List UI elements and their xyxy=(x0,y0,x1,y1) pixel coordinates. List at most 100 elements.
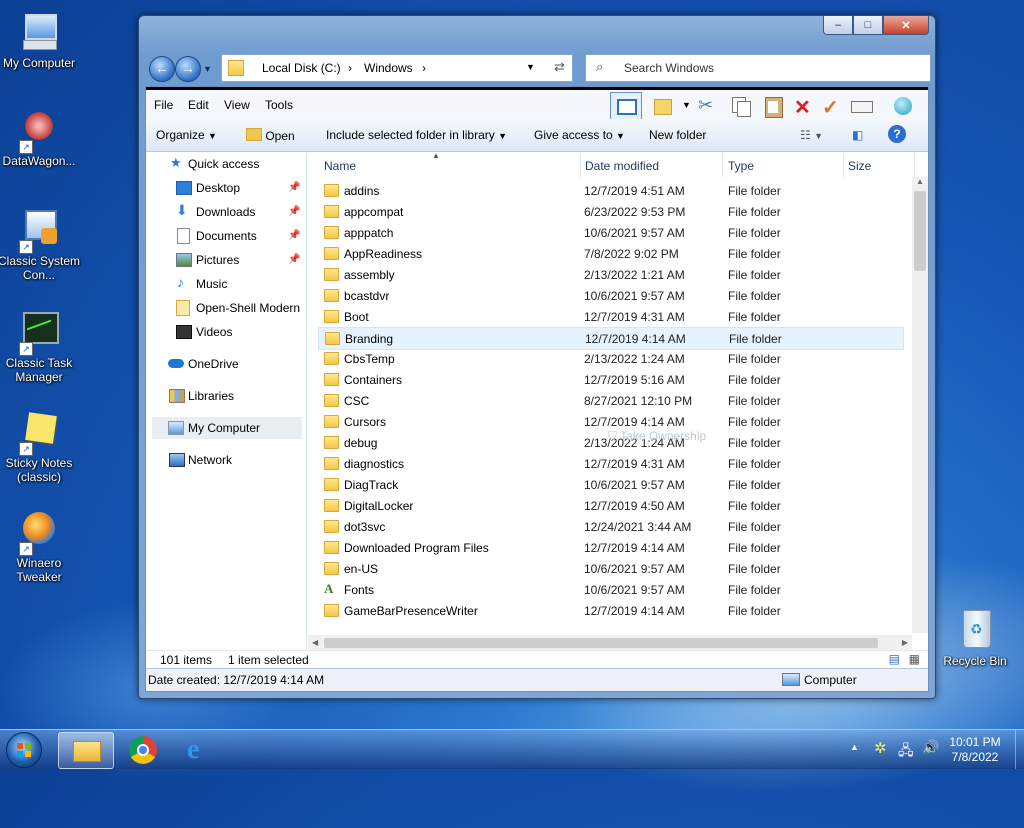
recent-locations-dropdown[interactable]: ▼ xyxy=(203,64,212,74)
taskbar-internet-explorer[interactable]: e xyxy=(174,732,228,767)
file-row[interactable]: en-US 10/6/2021 9:57 AM File folder xyxy=(318,558,902,579)
refresh-icon[interactable]: ⇄ xyxy=(554,59,565,75)
taskbar-chrome[interactable] xyxy=(116,732,170,767)
file-row[interactable]: GameBarPresenceWriter 12/7/2019 4:14 AM Fi… xyxy=(318,600,902,621)
file-row[interactable]: bcastdvr 10/6/2021 9:57 AM File folder xyxy=(318,285,902,306)
preview-pane-toggle-icon[interactable] xyxy=(610,92,642,120)
file-row[interactable]: AppReadiness 7/8/2022 9:02 PM File folder xyxy=(318,243,902,264)
explorer-window[interactable]: – □ ✕ ← → ▼ Local Disk (C:) › Windows › … xyxy=(138,15,936,699)
menu-file[interactable]: File xyxy=(154,98,173,112)
network-icon[interactable]: 🖧 xyxy=(898,740,914,764)
file-row[interactable]: apppatch 10/6/2021 9:57 AM File folder xyxy=(318,222,902,243)
scroll-up-icon[interactable]: ▲ xyxy=(916,177,924,186)
desktop-icon-classic-system-control[interactable]: ↗ Classic System Con... xyxy=(0,208,80,282)
nav-videos[interactable]: Videos xyxy=(146,321,304,343)
include-in-library-button[interactable]: Include selected folder in library ▼ xyxy=(326,128,507,142)
nav-network[interactable]: Network xyxy=(146,449,304,471)
horizontal-scroll-thumb[interactable] xyxy=(324,638,878,648)
column-header-size[interactable]: Size xyxy=(844,153,914,177)
folder-up-icon[interactable] xyxy=(652,95,674,117)
nav-documents[interactable]: Documents 📌 xyxy=(146,225,304,247)
horizontal-scrollbar[interactable]: ◀ ▶ xyxy=(308,635,912,651)
file-row[interactable]: diagnostics 12/7/2019 4:31 AM File folder xyxy=(318,453,902,474)
file-row[interactable]: addins 12/7/2019 4:51 AM File folder xyxy=(318,180,902,201)
search-box[interactable]: ⌕ Search Windows xyxy=(585,54,931,82)
address-segment-drive[interactable]: Local Disk (C:) xyxy=(262,61,341,75)
large-icons-view-icon[interactable]: ▦ xyxy=(909,652,920,666)
properties-check-icon[interactable]: ✓ xyxy=(822,95,844,119)
desktop-icon-winaero-tweaker[interactable]: ↗ Winaero Tweaker xyxy=(0,510,80,584)
desktop-icon-sticky-notes[interactable]: ↗ Sticky Notes (classic) xyxy=(0,410,80,484)
desktop-icon-classic-task-manager[interactable]: ↗ Classic Task Manager xyxy=(0,310,80,384)
breadcrumb-separator[interactable]: › xyxy=(422,61,426,75)
start-orb-icon[interactable] xyxy=(6,732,42,768)
menu-edit[interactable]: Edit xyxy=(188,98,209,112)
desktop-icon-datawagon[interactable]: ↗ DataWagon... xyxy=(0,108,80,168)
chevron-down-icon[interactable]: ▼ xyxy=(682,100,691,110)
paste-icon[interactable] xyxy=(762,95,784,118)
file-row[interactable]: CbsTemp 2/13/2022 1:24 AM File folder xyxy=(318,348,902,369)
column-divider[interactable] xyxy=(914,153,915,177)
organize-button[interactable]: Organize ▼ xyxy=(156,128,217,142)
file-row[interactable]: DiagTrack 10/6/2021 9:57 AM File folder xyxy=(318,474,902,495)
column-header-date-modified[interactable]: Date modified xyxy=(581,153,721,177)
show-desktop-button[interactable] xyxy=(1015,730,1024,769)
vertical-scrollbar[interactable]: ▲ xyxy=(912,177,928,633)
minimize-button[interactable]: – xyxy=(823,16,853,35)
scroll-right-icon[interactable]: ▶ xyxy=(902,638,908,647)
desktop-icon-recycle-bin[interactable]: ♻ Recycle Bin xyxy=(934,608,1016,668)
address-dropdown-icon[interactable]: ▼ xyxy=(526,62,535,72)
nav-onedrive[interactable]: OneDrive xyxy=(146,353,304,375)
file-row[interactable]: assembly 2/13/2022 1:21 AM File folder xyxy=(318,264,902,285)
preview-pane-icon[interactable]: ◧ xyxy=(852,128,863,142)
address-segment-folder[interactable]: Windows xyxy=(364,61,413,75)
give-access-button[interactable]: Give access to ▼ xyxy=(534,128,625,142)
taskbar-file-explorer[interactable] xyxy=(58,732,114,769)
file-row[interactable]: DigitalLocker 12/7/2019 4:50 AM File folde… xyxy=(318,495,902,516)
nav-pictures[interactable]: Pictures 📌 xyxy=(146,249,304,271)
cut-icon[interactable]: ✂ xyxy=(698,95,720,117)
breadcrumb-separator[interactable]: › xyxy=(348,61,352,75)
forward-button[interactable]: → xyxy=(175,56,201,82)
back-button[interactable]: ← xyxy=(149,56,175,82)
vertical-scroll-thumb[interactable] xyxy=(914,191,926,271)
file-row[interactable]: dot3svc 12/24/2021 3:44 AM File folder xyxy=(318,516,902,537)
desktop-icon-my-computer[interactable]: My Computer xyxy=(0,10,80,70)
tray-app-icon[interactable]: ✲ xyxy=(874,739,887,757)
open-button[interactable]: Open xyxy=(246,128,295,143)
delete-icon[interactable]: ✕ xyxy=(794,95,816,119)
file-row[interactable]: A Fonts 10/6/2021 9:57 AM File folder xyxy=(318,579,902,600)
file-row[interactable]: Containers 12/7/2019 5:16 AM File folder xyxy=(318,369,902,390)
copy-icon[interactable] xyxy=(730,95,752,117)
file-row[interactable]: Downloaded Program Files 12/7/2019 4:14 A… xyxy=(318,537,902,558)
nav-downloads[interactable]: ⬇ Downloads 📌 xyxy=(146,201,304,223)
nav-my-computer[interactable]: My Computer xyxy=(152,417,302,439)
scroll-left-icon[interactable]: ◀ xyxy=(312,638,318,647)
column-header-type[interactable]: Type xyxy=(723,153,843,177)
clock[interactable]: 10:01 PM 7/8/2022 xyxy=(944,735,1006,765)
search-input[interactable]: Search Windows xyxy=(624,61,714,75)
file-row[interactable]: Branding 12/7/2019 4:14 AM File folder xyxy=(318,327,904,350)
nav-quick-access[interactable]: ★ Quick access xyxy=(146,153,304,175)
nav-music[interactable]: ♪ Music xyxy=(146,273,304,295)
show-hidden-icons-icon[interactable]: ▲ xyxy=(850,742,859,752)
help-icon[interactable]: ? xyxy=(888,125,906,143)
nav-open-shell-modern[interactable]: Open-Shell Modern xyxy=(146,297,304,319)
volume-icon[interactable]: 🔊 xyxy=(922,739,939,756)
address-bar[interactable]: Local Disk (C:) › Windows › ▼ ⇄ xyxy=(221,54,573,82)
column-header-name[interactable]: Name ▲ xyxy=(308,153,568,177)
view-options-icon[interactable]: ☷ ▼ xyxy=(800,128,823,142)
details-view-icon[interactable]: ▤ xyxy=(889,652,900,666)
shell-logo-icon[interactable] xyxy=(892,95,914,117)
menu-view[interactable]: View xyxy=(224,98,250,112)
close-button[interactable]: ✕ xyxy=(883,16,929,35)
nav-desktop[interactable]: Desktop 📌 xyxy=(146,177,304,199)
menu-tools[interactable]: Tools xyxy=(265,98,293,112)
nav-libraries[interactable]: Libraries xyxy=(146,385,304,407)
file-row[interactable]: Boot 12/7/2019 4:31 AM File folder xyxy=(318,306,902,327)
file-row[interactable]: CSC 8/27/2021 12:10 PM File folder xyxy=(318,390,902,411)
new-folder-button[interactable]: New folder xyxy=(649,128,706,142)
file-row[interactable]: appcompat 6/23/2022 9:53 PM File folder xyxy=(318,201,902,222)
rename-icon[interactable] xyxy=(850,95,873,117)
maximize-button[interactable]: □ xyxy=(853,16,883,35)
